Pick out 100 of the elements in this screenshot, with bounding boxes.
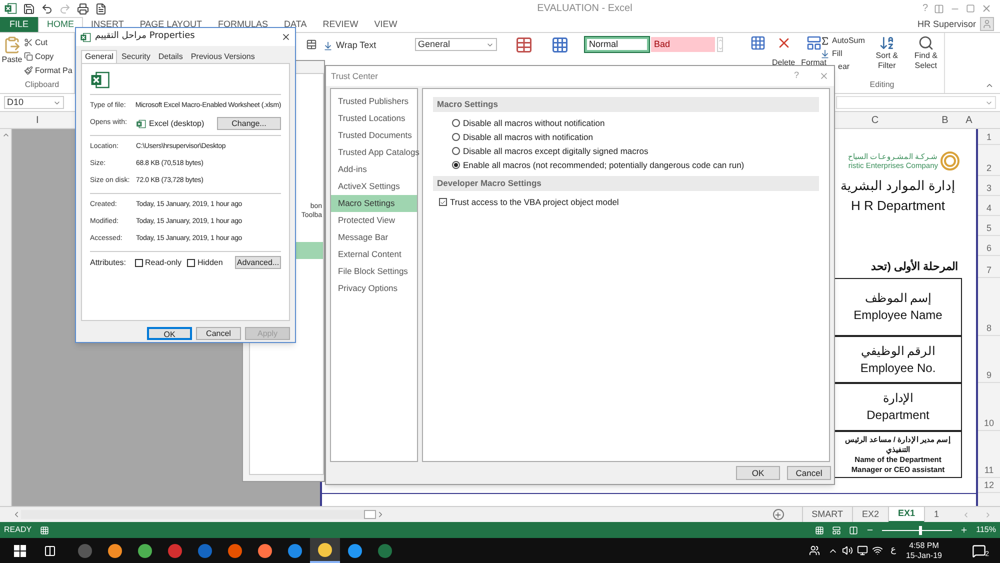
row-number[interactable]: 8	[978, 278, 1000, 336]
merge-icon[interactable]	[306, 39, 317, 50]
ribbon-tab[interactable]: DATA	[276, 17, 315, 32]
name-box[interactable]: D10	[4, 96, 64, 109]
row-number[interactable]: 12	[978, 478, 1000, 493]
nav-item[interactable]: External Content	[331, 246, 417, 263]
nav-item[interactable]: File Block Settings	[331, 263, 417, 280]
row-number[interactable]: 11	[978, 431, 1000, 478]
radio-button[interactable]	[452, 147, 460, 155]
cell-style-swatch[interactable]: Bad	[651, 37, 715, 52]
formula-input-field[interactable]	[836, 96, 996, 109]
wrap-text-button[interactable]: Wrap Text	[323, 39, 376, 52]
checkbox[interactable]	[187, 258, 196, 266]
row-number[interactable]: 5	[978, 216, 1000, 236]
find-select-button[interactable]: Find & Select	[908, 35, 943, 79]
ribbon-display-icon[interactable]	[934, 4, 944, 14]
radio-label[interactable]: Disable all macros without notification	[463, 116, 605, 130]
dialog-tab[interactable]: Details	[154, 50, 187, 63]
checkbox[interactable]	[135, 258, 143, 266]
close-icon[interactable]	[281, 32, 291, 42]
dialog-button[interactable]: Cancel	[787, 466, 831, 480]
macro-record-icon[interactable]	[40, 526, 49, 534]
nav-item[interactable]: ActiveX Settings	[331, 178, 417, 195]
ribbon-tab[interactable]: FORMULAS	[210, 17, 276, 32]
scroll-up-icon[interactable]	[2, 131, 10, 139]
file-tab[interactable]: FILE	[0, 17, 38, 32]
dialog-button[interactable]: OK	[147, 327, 192, 340]
radio-button[interactable]	[452, 133, 460, 141]
undo-icon[interactable]	[41, 2, 53, 14]
page-layout-view-icon[interactable]	[832, 526, 842, 534]
nav-item[interactable]: Trusted Locations	[331, 110, 417, 127]
row-number[interactable]: 3	[978, 176, 1000, 196]
clock[interactable]: 4:58 PM 15-Jan-19	[906, 540, 942, 560]
dialog-tab[interactable]: Security	[117, 50, 154, 63]
nav-item[interactable]: Trusted App Catalogs	[331, 144, 417, 161]
ribbon-tab[interactable]: VIEW	[366, 17, 406, 32]
vertical-scrollbar[interactable]	[0, 129, 12, 506]
speaker-icon[interactable]	[842, 545, 853, 556]
ribbon-tab[interactable]: HOME	[38, 17, 83, 32]
ribbon-tab[interactable]: PAGE LAYOUT	[132, 17, 210, 32]
network-icon[interactable]	[856, 545, 868, 556]
dialog-button[interactable]: OK	[736, 466, 780, 480]
radio-button[interactable]	[452, 161, 460, 169]
nav-item[interactable]: Message Bar	[331, 229, 417, 246]
horizontal-scrollbar[interactable]	[21, 510, 376, 519]
user-name[interactable]: HR Supervisor	[917, 18, 976, 32]
scroll-thumb[interactable]	[364, 510, 376, 519]
number-format-dropdown[interactable]: General	[415, 38, 497, 51]
dialog-tab[interactable]: General	[81, 50, 118, 63]
radio-label[interactable]: Enable all macros (not recommended; potentially dangerous code can run)	[463, 158, 744, 172]
notifications-icon[interactable]	[972, 544, 986, 558]
dialog-button[interactable]: Cancel	[196, 327, 241, 340]
row-number[interactable]: 2	[978, 145, 1000, 176]
scroll-left-icon[interactable]	[12, 510, 21, 519]
start-icon[interactable]	[14, 544, 26, 556]
checkbox[interactable]	[439, 198, 447, 206]
task-view-icon[interactable]	[44, 544, 56, 556]
zoom-slider-thumb[interactable]	[918, 526, 922, 534]
radio-label[interactable]: Disable all macros with notification	[463, 130, 593, 144]
checkbox-label[interactable]: Read-only	[145, 256, 182, 268]
nav-item[interactable]: Trusted Documents	[331, 127, 417, 144]
clipboard-button[interactable]: Format Pa	[24, 64, 72, 77]
row-number[interactable]: 6	[978, 236, 1000, 256]
nav-item[interactable]: Privacy Options	[331, 280, 417, 297]
nav-item[interactable]: Protected View	[331, 212, 417, 229]
cells-button[interactable]: Delete	[772, 35, 796, 93]
wifi-icon[interactable]	[872, 545, 883, 556]
restore-icon[interactable]	[966, 4, 975, 13]
zoom-in-icon[interactable]	[960, 526, 968, 534]
nav-item[interactable]: Add-ins	[331, 161, 417, 178]
row-number[interactable]: 9	[978, 336, 1000, 383]
ribbon-tab[interactable]: INSERT	[83, 17, 132, 32]
nav-item[interactable]: Macro Settings	[331, 195, 417, 212]
clipboard-button[interactable]: Cut	[24, 36, 72, 49]
collapse-ribbon-icon[interactable]	[985, 81, 994, 90]
sheet-tab[interactable]: EX1	[888, 506, 924, 522]
print-icon[interactable]	[77, 2, 89, 14]
row-number[interactable]: 10	[978, 383, 1000, 431]
radio-label[interactable]: Disable all macros except digitally signed macros	[463, 144, 648, 158]
dialog-tab[interactable]: Previous Versions	[186, 50, 259, 63]
insert-cells-icon[interactable]	[750, 35, 766, 51]
checkbox-label[interactable]: Hidden	[197, 256, 223, 268]
radio-button[interactable]	[452, 119, 460, 127]
sort-filter-button[interactable]: Sort & Filter	[870, 35, 903, 79]
row-number[interactable]: 1	[978, 129, 1000, 145]
add-sheet-icon[interactable]	[772, 509, 784, 520]
checkbox-label[interactable]: Trust access to the VBA project object model	[450, 196, 619, 208]
scroll-right-icon[interactable]	[376, 510, 385, 519]
document-icon[interactable]	[95, 2, 107, 14]
advanced-button[interactable]: Advanced...	[235, 256, 281, 269]
people-icon[interactable]	[808, 545, 820, 556]
nav-item[interactable]: Trusted Publishers	[331, 93, 417, 110]
paste-button[interactable]: Paste	[0, 36, 24, 79]
language-indicator[interactable]: ع	[890, 544, 896, 558]
save-icon[interactable]	[23, 2, 35, 14]
clipboard-button[interactable]: Copy	[24, 50, 72, 63]
conditional-formatting-icon[interactable]	[515, 36, 533, 54]
format-as-table-icon[interactable]	[551, 36, 569, 54]
row-number[interactable]: 7	[978, 256, 1000, 278]
row-number[interactable]: 4	[978, 196, 1000, 216]
